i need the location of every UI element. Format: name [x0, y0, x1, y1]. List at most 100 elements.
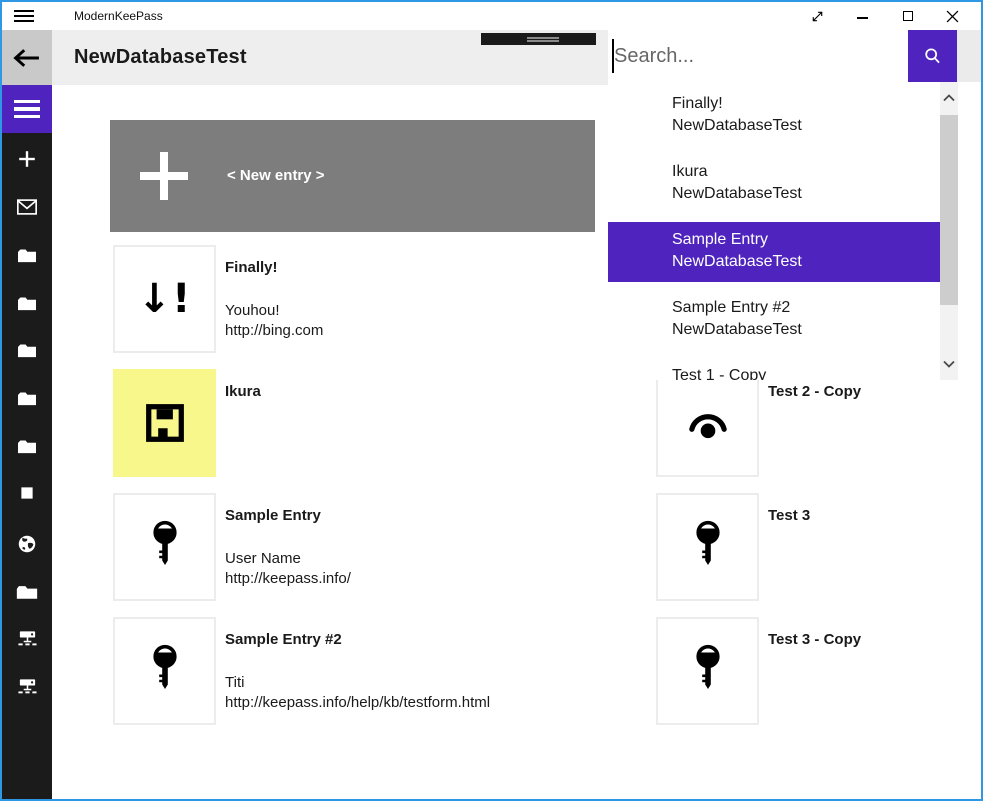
resize-diagonal-icon[interactable]	[795, 2, 840, 30]
suggestion-subtitle: NewDatabaseTest	[672, 319, 958, 341]
key-icon	[688, 518, 728, 576]
search-suggestions: Finally! NewDatabaseTest Ikura NewDataba…	[608, 82, 958, 380]
sidebar-item-group-3[interactable]	[2, 334, 52, 364]
new-entry-label: < New entry >	[227, 120, 325, 232]
entry-username: User Name	[225, 549, 605, 569]
entry-title: Test 3 - Copy	[768, 629, 983, 651]
sidebar-item-web[interactable]	[2, 529, 52, 559]
back-button[interactable]	[2, 30, 52, 85]
folder-icon	[16, 388, 38, 406]
entry-title: Ikura	[225, 381, 605, 403]
suggestion-title: Sample Entry #2	[672, 297, 958, 319]
key-icon	[688, 642, 728, 700]
search-icon	[922, 46, 943, 67]
entry-test2-copy[interactable]: Test 2 - Copy	[656, 369, 983, 477]
back-arrow-icon	[12, 47, 42, 69]
search-input[interactable]	[608, 30, 908, 82]
suggestion-title: Sample Entry	[672, 229, 958, 251]
entry-url: http://bing.com	[225, 321, 605, 341]
entry-ikura[interactable]: Ikura	[113, 369, 608, 477]
minimize-button[interactable]	[840, 2, 885, 30]
entry-icon-tile	[656, 493, 759, 601]
entry-url: http://keepass.info/	[225, 569, 605, 589]
entry-title: Sample Entry	[225, 505, 605, 527]
entry-icon-tile	[656, 617, 759, 725]
suggestion-item[interactable]: Ikura NewDatabaseTest	[608, 150, 958, 218]
hamburger-menu-icon[interactable]	[2, 85, 52, 133]
entry-finally[interactable]: ↓! Finally! Youhou! http://bing.com	[113, 245, 608, 353]
titlebar: ModernKeePass	[2, 2, 981, 30]
arc-dot-icon	[684, 402, 732, 444]
plus-icon	[16, 148, 38, 170]
page-title: NewDatabaseTest	[74, 30, 247, 85]
scroll-down-icon[interactable]	[940, 356, 958, 372]
text-caret	[612, 39, 614, 73]
entry-test3-copy[interactable]: Test 3 - Copy	[656, 617, 983, 725]
folder-icon	[16, 245, 38, 263]
suggestion-subtitle: NewDatabaseTest	[672, 251, 958, 273]
dropdown-scrollbar[interactable]	[940, 82, 958, 380]
entry-icon-tile	[113, 369, 216, 477]
new-entry-button[interactable]: < New entry >	[110, 120, 595, 232]
sidebar-item-group-1[interactable]	[2, 239, 52, 269]
entry-sample-entry[interactable]: Sample Entry User Name http://keepass.in…	[113, 493, 608, 601]
suggestion-item[interactable]: Sample Entry #2 NewDatabaseTest	[608, 286, 958, 354]
entry-title: Finally!	[225, 257, 605, 279]
entry-title: Test 3	[768, 505, 983, 527]
entry-username: Titi	[225, 673, 605, 693]
scroll-up-icon[interactable]	[940, 90, 958, 106]
maximize-button[interactable]	[885, 2, 930, 30]
entry-icon-tile	[656, 369, 759, 477]
entry-sample-entry-2[interactable]: Sample Entry #2 Titi http://keepass.info…	[113, 617, 608, 725]
collapsed-commandbar[interactable]	[481, 33, 596, 45]
network-drive-icon	[16, 676, 39, 696]
folder-icon	[16, 340, 38, 358]
entry-url: http://keepass.info/help/kb/testform.htm…	[225, 693, 605, 713]
sidebar-item-group-4[interactable]	[2, 382, 52, 412]
app-window: ModernKeePass NewDatabaseTest	[0, 0, 983, 801]
scrollbar-thumb[interactable]	[940, 115, 958, 305]
entry-title: Test 2 - Copy	[768, 381, 983, 403]
entry-icon-tile: ↓!	[113, 245, 216, 353]
app-title: ModernKeePass	[74, 2, 163, 30]
sidebar-item-add[interactable]	[2, 144, 52, 174]
suggestion-subtitle: NewDatabaseTest	[672, 183, 958, 205]
key-icon	[145, 642, 185, 700]
entry-test3[interactable]: Test 3	[656, 493, 983, 601]
folder-icon	[16, 436, 38, 454]
window-controls	[795, 2, 975, 30]
download-exclamation-icon: ↓!	[138, 276, 192, 322]
search-button[interactable]	[908, 30, 957, 82]
folder-icon	[16, 293, 38, 311]
square-icon	[18, 484, 36, 502]
entry-icon-tile	[113, 617, 216, 725]
globe-icon	[16, 533, 38, 555]
suggestion-title: Test 1 - Copy	[672, 365, 958, 380]
nav-rail	[2, 85, 52, 799]
suggestion-title: Ikura	[672, 161, 958, 183]
page-header: NewDatabaseTest	[52, 30, 608, 85]
search-flyout-side	[957, 30, 981, 82]
titlebar-hamburger-icon[interactable]	[14, 7, 34, 25]
sidebar-item-group-6[interactable]	[2, 478, 52, 508]
sidebar-item-group-2[interactable]	[2, 287, 52, 317]
sidebar-item-group-5[interactable]	[2, 430, 52, 460]
sidebar-item-network-1[interactable]	[2, 623, 52, 653]
suggestion-title: Finally!	[672, 93, 958, 115]
close-button[interactable]	[930, 2, 975, 30]
suggestion-item-selected[interactable]: Sample Entry NewDatabaseTest	[608, 218, 958, 286]
network-drive-icon	[16, 628, 39, 648]
floppy-save-icon	[144, 402, 186, 444]
suggestion-item[interactable]: Test 1 - Copy	[608, 354, 958, 380]
mail-icon	[16, 198, 38, 216]
search-flyout	[608, 30, 981, 82]
sidebar-item-group-7[interactable]	[2, 575, 52, 605]
entry-title: Sample Entry #2	[225, 629, 605, 651]
sidebar-item-network-2[interactable]	[2, 671, 52, 701]
folder-open-icon	[15, 581, 39, 600]
suggestion-item[interactable]: Finally! NewDatabaseTest	[608, 82, 958, 150]
key-icon	[145, 518, 185, 576]
entry-username: Youhou!	[225, 301, 605, 321]
sidebar-item-mail[interactable]	[2, 192, 52, 222]
plus-icon	[140, 152, 188, 200]
